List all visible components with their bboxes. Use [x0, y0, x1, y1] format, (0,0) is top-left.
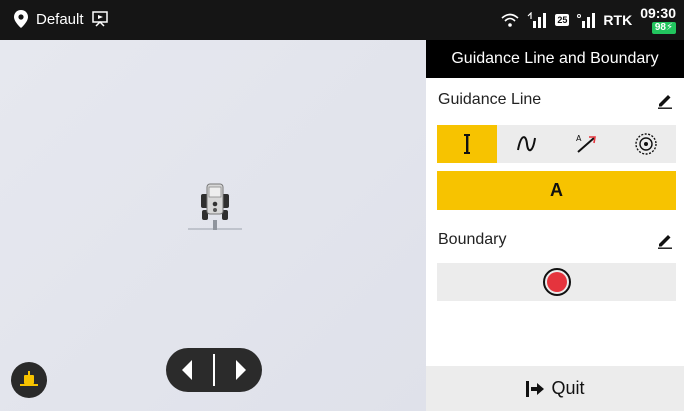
- rtk-label: RTK: [603, 12, 633, 28]
- mode-curve[interactable]: [497, 125, 557, 163]
- set-point-a-button[interactable]: A: [437, 171, 676, 210]
- tractor-icon: [188, 183, 242, 230]
- guidance-line-section: Guidance Line: [438, 88, 674, 112]
- edit-guidance-line-icon[interactable]: [656, 91, 674, 109]
- panel-title: Guidance Line and Boundary: [426, 40, 684, 78]
- pivot-circle-icon: [635, 133, 657, 155]
- guidance-mode-selector: A: [437, 125, 676, 163]
- profile-area[interactable]: Default: [14, 10, 108, 28]
- a-plus-heading-icon: A: [576, 134, 597, 153]
- battery-level: 98: [654, 22, 666, 33]
- screen-cast-icon[interactable]: [91, 11, 108, 27]
- mode-straight-line[interactable]: [437, 125, 497, 163]
- field-navigation-control: [166, 348, 262, 392]
- boundary-section: Boundary: [438, 228, 674, 252]
- wifi-icon: [501, 13, 519, 27]
- battery-indicator: 98⚡: [651, 22, 676, 34]
- quit-label: Quit: [551, 378, 585, 398]
- mode-pivot[interactable]: [616, 125, 676, 163]
- profile-name: Default: [36, 10, 84, 28]
- next-button[interactable]: [221, 352, 261, 388]
- straight-line-icon: [463, 134, 470, 154]
- curve-line-icon: [516, 136, 536, 152]
- chevron-right-icon: [236, 360, 246, 380]
- sim-badge: 25: [555, 14, 570, 26]
- location-pin-icon: [14, 10, 28, 28]
- cellular-signal-icon: [527, 12, 547, 28]
- exit-icon: [526, 380, 545, 397]
- guidance-line-title: Guidance Line: [438, 91, 542, 108]
- boundary-title: Boundary: [438, 231, 507, 248]
- record-icon: [542, 268, 571, 296]
- status-bar: Default 25 RTK 09:30 98⚡: [0, 0, 684, 40]
- nav-divider: [213, 354, 215, 386]
- quit-button[interactable]: Quit: [426, 366, 684, 411]
- record-boundary-button[interactable]: [437, 263, 676, 301]
- vehicle-avatar-button[interactable]: [11, 362, 47, 398]
- previous-button[interactable]: [167, 352, 207, 388]
- rtk-signal-icon: [577, 13, 596, 28]
- mode-a-plus[interactable]: A: [557, 125, 617, 163]
- map-view[interactable]: [0, 40, 426, 411]
- clock: 09:30: [640, 5, 676, 21]
- guidance-panel: Guidance Line and Boundary Guidance Line…: [426, 40, 684, 411]
- chevron-left-icon: [182, 360, 192, 380]
- edit-boundary-icon[interactable]: [656, 231, 674, 249]
- svg-text:A: A: [576, 134, 582, 143]
- vehicle-icon: [20, 371, 38, 386]
